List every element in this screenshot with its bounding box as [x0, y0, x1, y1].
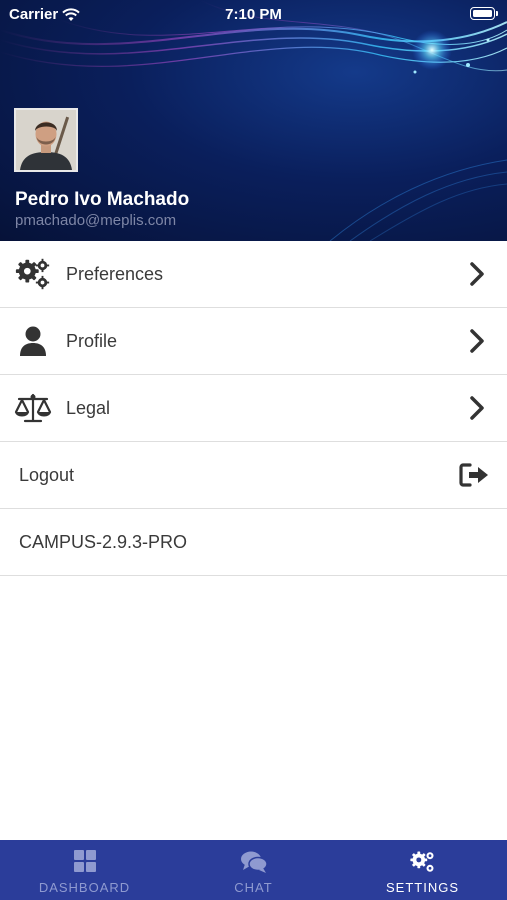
user-email: pmachado@meplis.com: [15, 212, 177, 229]
avatar[interactable]: [14, 108, 78, 172]
user-icon: [14, 324, 52, 358]
chat-icon: [240, 851, 268, 873]
grid-icon: [73, 850, 96, 872]
tab-settings[interactable]: SETTINGS: [338, 840, 507, 900]
status-time: 7:10 PM: [225, 6, 282, 23]
avatar-photo: [16, 110, 76, 170]
app-version: CAMPUS-2.9.3-PRO: [19, 531, 188, 552]
settings-menu: Preferences Profile Legal Logout CAMPUS-…: [0, 241, 507, 576]
menu-item-legal[interactable]: Legal: [0, 375, 507, 442]
app-version-row: CAMPUS-2.9.3-PRO: [0, 509, 507, 576]
bottom-tab-bar: DASHBOARD CHAT SETTINGS: [0, 840, 507, 900]
tab-dashboard[interactable]: DASHBOARD: [0, 840, 169, 900]
tab-label: SETTINGS: [385, 880, 459, 895]
menu-item-label: Preferences: [66, 263, 164, 284]
balance-scale-icon: [14, 391, 52, 425]
gears-icon: [14, 257, 52, 291]
menu-item-label: Legal: [66, 397, 111, 418]
gears-icon: [409, 851, 433, 872]
menu-item-logout[interactable]: Logout: [0, 442, 507, 509]
status-bar: Carrier 7:10 PM: [0, 0, 507, 28]
chevron-right-icon: [470, 329, 484, 353]
tab-chat[interactable]: CHAT: [169, 840, 338, 900]
logout-label: Logout: [19, 464, 75, 485]
chevron-right-icon: [470, 262, 484, 286]
menu-item-label: Profile: [66, 330, 118, 351]
menu-item-profile[interactable]: Profile: [0, 308, 507, 375]
tab-label: CHAT: [234, 880, 273, 895]
profile-header: Carrier 7:10 PM Pedro Ivo Machado pmacha…: [0, 0, 507, 241]
menu-item-preferences[interactable]: Preferences: [0, 241, 507, 308]
battery-icon: [470, 7, 498, 20]
chevron-right-icon: [470, 396, 484, 420]
user-name: Pedro Ivo Machado: [15, 189, 190, 210]
sign-out-icon: [459, 463, 488, 487]
tab-label: DASHBOARD: [38, 880, 131, 895]
